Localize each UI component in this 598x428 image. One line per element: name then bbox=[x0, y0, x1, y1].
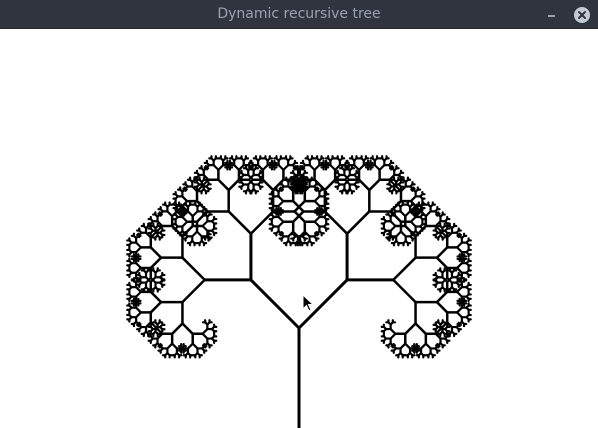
tree-branch bbox=[227, 210, 253, 235]
tree-branch bbox=[217, 178, 230, 192]
tree-branch bbox=[435, 300, 449, 314]
tree-branch bbox=[345, 210, 371, 235]
tree-branch bbox=[357, 178, 371, 192]
tree-branch bbox=[149, 256, 163, 270]
tree-branch bbox=[435, 256, 449, 270]
tree-branch bbox=[414, 322, 428, 336]
tree-canvas[interactable] bbox=[0, 29, 598, 428]
recursive-tree bbox=[126, 155, 472, 428]
tree-branch bbox=[170, 322, 184, 336]
tree-branch bbox=[249, 278, 301, 330]
close-icon[interactable] bbox=[574, 7, 590, 23]
app-window: Dynamic recursive tree bbox=[0, 0, 598, 428]
tree-branch bbox=[181, 256, 206, 282]
title-bar[interactable]: Dynamic recursive tree bbox=[0, 0, 598, 29]
tree-branch bbox=[149, 290, 163, 304]
arrow-cursor-icon bbox=[302, 293, 316, 318]
tree-branch bbox=[392, 256, 417, 282]
minimize-icon[interactable] bbox=[544, 6, 560, 22]
tree-branch bbox=[149, 300, 163, 314]
tree-branch bbox=[435, 290, 449, 304]
tree-branch bbox=[392, 278, 417, 304]
tree-branch bbox=[149, 246, 163, 259]
tree-branch bbox=[181, 322, 194, 336]
tree-branch bbox=[227, 178, 241, 192]
tree-branch bbox=[368, 178, 381, 192]
window-title: Dynamic recursive tree bbox=[217, 6, 381, 22]
tree-branch bbox=[323, 178, 337, 192]
tree-branch bbox=[435, 246, 449, 259]
tree-branch bbox=[323, 210, 349, 235]
tree-branch bbox=[181, 278, 206, 304]
tree-branch bbox=[404, 322, 417, 336]
tree-branch bbox=[261, 178, 275, 192]
